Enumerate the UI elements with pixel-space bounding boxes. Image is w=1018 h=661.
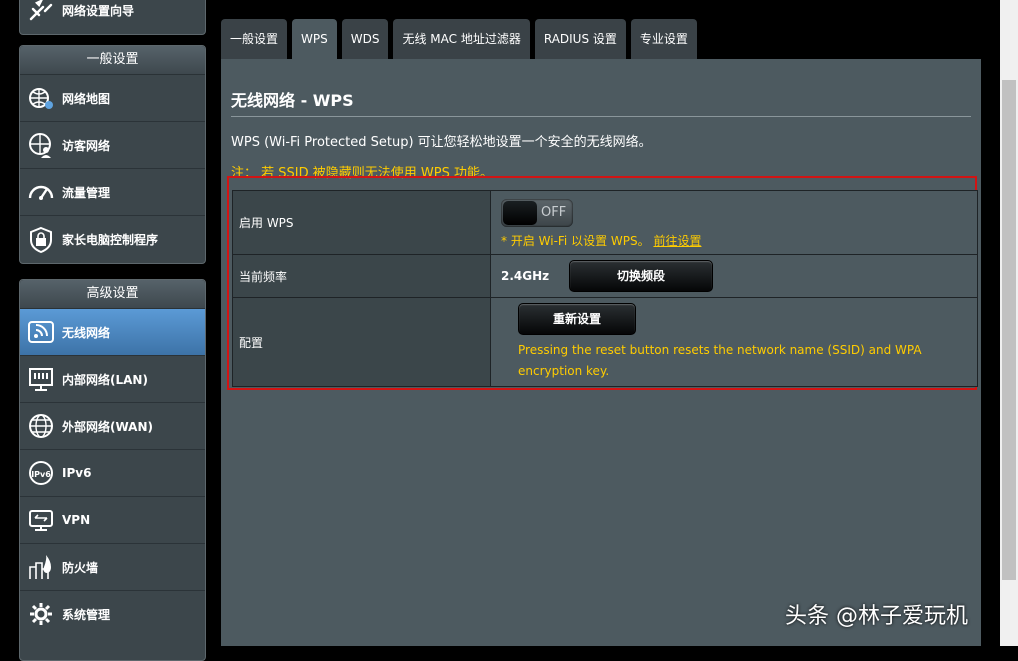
reset-hint: Pressing the reset button resets the net…: [518, 342, 922, 378]
page-scrollbar[interactable]: [1000, 0, 1018, 646]
scrollbar-thumb[interactable]: [1002, 80, 1016, 580]
sidebar-item-label: IPv6: [62, 466, 92, 480]
sidebar-item-label: 外部网络(WAN): [62, 419, 153, 434]
title-divider: [231, 116, 971, 117]
vpn-icon: [27, 506, 55, 534]
sidebar: 网络设置向导 一般设置 网络地图 访客网络 流量管理 家长电脑控制程序 高级设置…: [19, 0, 206, 661]
reset-button[interactable]: 重新设置: [518, 302, 636, 335]
tab-mac-filter[interactable]: 无线 MAC 地址过滤器: [393, 19, 530, 59]
guest-network-icon: [27, 131, 55, 159]
tab-radius[interactable]: RADIUS 设置: [534, 19, 626, 59]
parental-lock-icon: [27, 226, 55, 254]
wps-toggle-switch[interactable]: OFF: [501, 198, 573, 227]
wireless-icon: [27, 318, 55, 346]
sidebar-item-lan[interactable]: 内部网络(LAN): [20, 356, 205, 403]
traffic-meter-icon: [27, 178, 55, 206]
sidebar-group-advanced: 高级设置 无线网络 内部网络(LAN) 外部网络(WAN) IPv6 IPv6: [19, 279, 206, 661]
firewall-icon: [27, 553, 55, 581]
sidebar-item-vpn[interactable]: VPN: [20, 497, 205, 544]
sidebar-item-network-map[interactable]: 网络地图: [20, 75, 205, 122]
sidebar-header-advanced: 高级设置: [20, 280, 205, 309]
sidebar-item-label: 系统管理: [62, 608, 111, 622]
enable-wps-cell: OFF * 开启 Wi-Fi 以设置 WPS。 前往设置: [490, 190, 978, 255]
sidebar-item-label: VPN: [62, 513, 91, 527]
sidebar-item-label: 访客网络: [62, 138, 111, 153]
sidebar-item-guest-network[interactable]: 访客网络: [20, 122, 205, 169]
tab-wps[interactable]: WPS: [292, 19, 337, 59]
frequency-cell: 2.4GHz 切换频段: [490, 254, 978, 298]
sidebar-group-general: 一般设置 网络地图 访客网络 流量管理 家长电脑控制程序: [19, 45, 206, 264]
wizard-icon: [27, 0, 55, 25]
sidebar-item-wizard[interactable]: 网络设置向导: [20, 0, 205, 34]
enable-wps-hint: * 开启 Wi-Fi 以设置 WPS。 前往设置: [501, 232, 977, 249]
config-cell: 重新设置 Pressing the reset button resets th…: [490, 297, 978, 387]
sidebar-item-label: 家长电脑控制程序: [62, 233, 159, 247]
sidebar-item-label: 流量管理: [62, 185, 111, 200]
toggle-state-label: OFF: [541, 204, 567, 220]
sidebar-group-quick: 网络设置向导: [19, 0, 206, 35]
wps-settings-table: 启用 WPS OFF * 开启 Wi-Fi 以设置 WPS。 前往设置 当前频率…: [232, 190, 978, 387]
content-panel: 无线网络 - WPS WPS (Wi-Fi Protected Setup) 可…: [221, 59, 981, 646]
lan-icon: [27, 365, 55, 393]
watermark: 头条 @林子爱玩机: [785, 604, 968, 629]
config-label: 配置: [232, 297, 491, 387]
table-row-frequency: 当前频率 2.4GHz 切换频段: [232, 254, 978, 298]
tab-general[interactable]: 一般设置: [221, 19, 288, 59]
sidebar-item-traffic[interactable]: 流量管理: [20, 169, 205, 216]
toggle-knob: [503, 200, 537, 225]
sidebar-item-ipv6[interactable]: IPv6 IPv6: [20, 450, 205, 497]
tab-wds[interactable]: WDS: [341, 19, 389, 59]
table-row-config: 配置 重新设置 Pressing the reset button resets…: [232, 297, 978, 387]
sidebar-header-general: 一般设置: [20, 46, 205, 75]
sidebar-item-system[interactable]: 系统管理: [20, 591, 205, 638]
table-row-enable-wps: 启用 WPS OFF * 开启 Wi-Fi 以设置 WPS。 前往设置: [232, 190, 978, 255]
tab-professional[interactable]: 专业设置: [630, 19, 697, 59]
gear-icon: [27, 601, 55, 629]
sidebar-item-firewall[interactable]: 防火墙: [20, 544, 205, 591]
sidebar-item-parental[interactable]: 家长电脑控制程序: [20, 216, 205, 263]
sidebar-item-label: 防火墙: [62, 560, 99, 575]
switch-band-button[interactable]: 切换频段: [568, 260, 713, 292]
sidebar-item-wan[interactable]: 外部网络(WAN): [20, 403, 205, 450]
sidebar-item-label: 网络地图: [62, 91, 111, 106]
enable-wps-label: 启用 WPS: [232, 190, 491, 255]
sidebar-item-wireless[interactable]: 无线网络: [20, 309, 205, 356]
goto-settings-link[interactable]: 前往设置: [653, 234, 701, 248]
sidebar-item-label: 内部网络(LAN): [62, 372, 148, 387]
svg-text:IPv6: IPv6: [31, 470, 51, 479]
highlight-box: 启用 WPS OFF * 开启 Wi-Fi 以设置 WPS。 前往设置 当前频率…: [227, 176, 978, 390]
sidebar-item-label: 网络设置向导: [62, 4, 135, 18]
tab-bar: 一般设置 WPS WDS 无线 MAC 地址过滤器 RADIUS 设置 专业设置: [221, 19, 702, 59]
ipv6-icon: IPv6: [27, 459, 55, 487]
frequency-label: 当前频率: [232, 254, 491, 298]
network-map-icon: [27, 84, 55, 112]
wan-globe-icon: [27, 412, 55, 440]
frequency-value: 2.4GHz: [501, 269, 550, 283]
page-title: 无线网络 - WPS: [231, 91, 354, 110]
sidebar-item-label: 无线网络: [62, 325, 111, 340]
page-description: WPS (Wi-Fi Protected Setup) 可让您轻松地设置一个安全…: [231, 135, 652, 150]
enable-wps-hint-text: * 开启 Wi-Fi 以设置 WPS。: [501, 233, 650, 248]
